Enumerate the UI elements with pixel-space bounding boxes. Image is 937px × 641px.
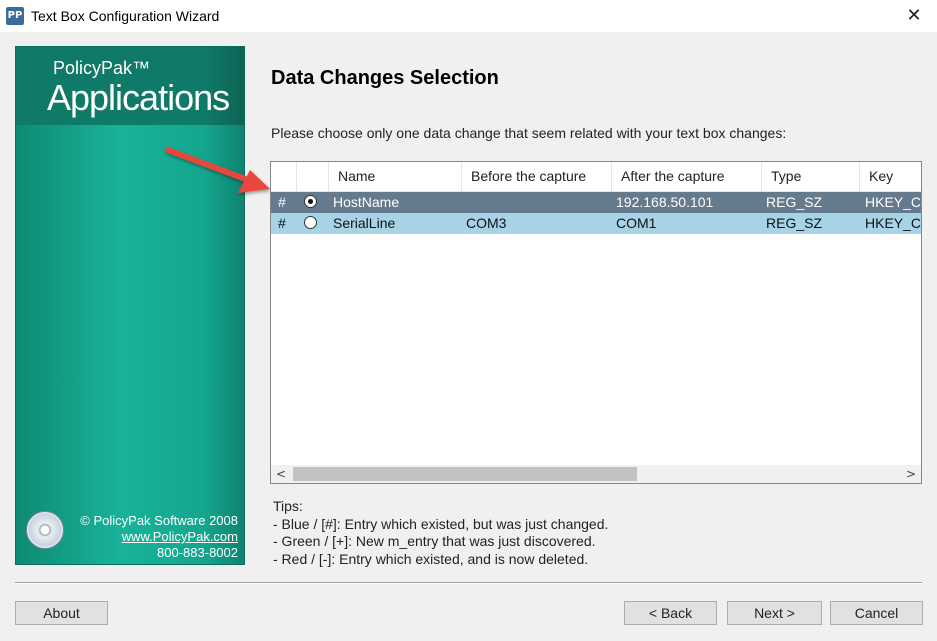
copyright-block: © PolicyPak Software 2008 www.PolicyPak.…	[80, 513, 238, 561]
scroll-thumb[interactable]	[293, 467, 637, 481]
website-link[interactable]: www.PolicyPak.com	[122, 529, 238, 544]
close-icon[interactable]: ✕	[891, 0, 937, 32]
page-title: Data Changes Selection	[271, 67, 499, 89]
column-key[interactable]: Key	[860, 162, 921, 191]
row-radio[interactable]	[304, 216, 317, 229]
brand-name: PolicyPak™	[53, 58, 151, 78]
red-arrow-icon	[165, 147, 270, 193]
column-type[interactable]: Type	[762, 162, 860, 191]
title-bar: PP Text Box Configuration Wizard ✕	[0, 0, 937, 32]
cell-key: HKEY_C	[865, 215, 921, 231]
horizontal-scrollbar[interactable]: < >	[271, 465, 921, 483]
row-radio[interactable]	[304, 195, 317, 208]
tips-block: Tips: - Blue / [#]: Entry which existed,…	[273, 498, 608, 568]
back-button[interactable]: < Back	[624, 601, 717, 625]
cell-type: REG_SZ	[766, 215, 823, 231]
footer-divider	[15, 582, 922, 584]
scroll-right-icon[interactable]: >	[901, 465, 921, 483]
table-row[interactable]: # SerialLine COM3 COM1 REG_SZ HKEY_C	[271, 213, 921, 234]
app-icon: PP	[6, 7, 24, 25]
copyright-text: © PolicyPak Software 2008	[80, 513, 238, 528]
cell-after: COM1	[616, 215, 657, 231]
next-button[interactable]: Next >	[727, 601, 822, 625]
scroll-left-icon[interactable]: <	[271, 465, 291, 483]
cell-name: HostName	[333, 194, 400, 210]
cell-key: HKEY_C	[865, 194, 921, 210]
column-after[interactable]: After the capture	[612, 162, 762, 191]
brand-banner: PolicyPak™ Applications © PolicyPak Soft…	[15, 46, 245, 565]
list-header: Name Before the capture After the captur…	[271, 162, 921, 192]
tip-line: - Red / [-]: Entry which existed, and is…	[273, 550, 589, 567]
tips-heading: Tips:	[273, 498, 303, 514]
data-changes-list[interactable]: Name Before the capture After the captur…	[270, 161, 922, 484]
cell-after: 192.168.50.101	[616, 194, 714, 210]
column-name[interactable]: Name	[329, 162, 462, 191]
cell-name: SerialLine	[333, 215, 396, 231]
cell-before	[466, 192, 611, 213]
row-marker: #	[278, 194, 286, 210]
phone-number: 800-883-8002	[157, 545, 238, 560]
tip-line: - Green / [+]: New m_entry that was just…	[273, 533, 596, 549]
cancel-button[interactable]: Cancel	[830, 601, 923, 625]
column-select[interactable]	[297, 162, 329, 191]
brand-product: Applications	[47, 77, 230, 118]
cell-before: COM3	[466, 215, 507, 231]
window-title: Text Box Configuration Wizard	[31, 8, 220, 24]
tip-line: - Blue / [#]: Entry which existed, but w…	[273, 515, 609, 532]
about-button[interactable]: About	[15, 601, 108, 625]
column-marker[interactable]	[271, 162, 297, 191]
table-row[interactable]: # HostName 192.168.50.101 REG_SZ HKEY_C	[271, 192, 921, 213]
row-marker: #	[278, 215, 286, 231]
cd-disc-icon	[26, 511, 64, 549]
cell-type: REG_SZ	[766, 194, 823, 210]
banner-shade	[204, 47, 244, 564]
column-before[interactable]: Before the capture	[462, 162, 612, 191]
instruction-text: Please choose only one data change that …	[271, 125, 787, 141]
